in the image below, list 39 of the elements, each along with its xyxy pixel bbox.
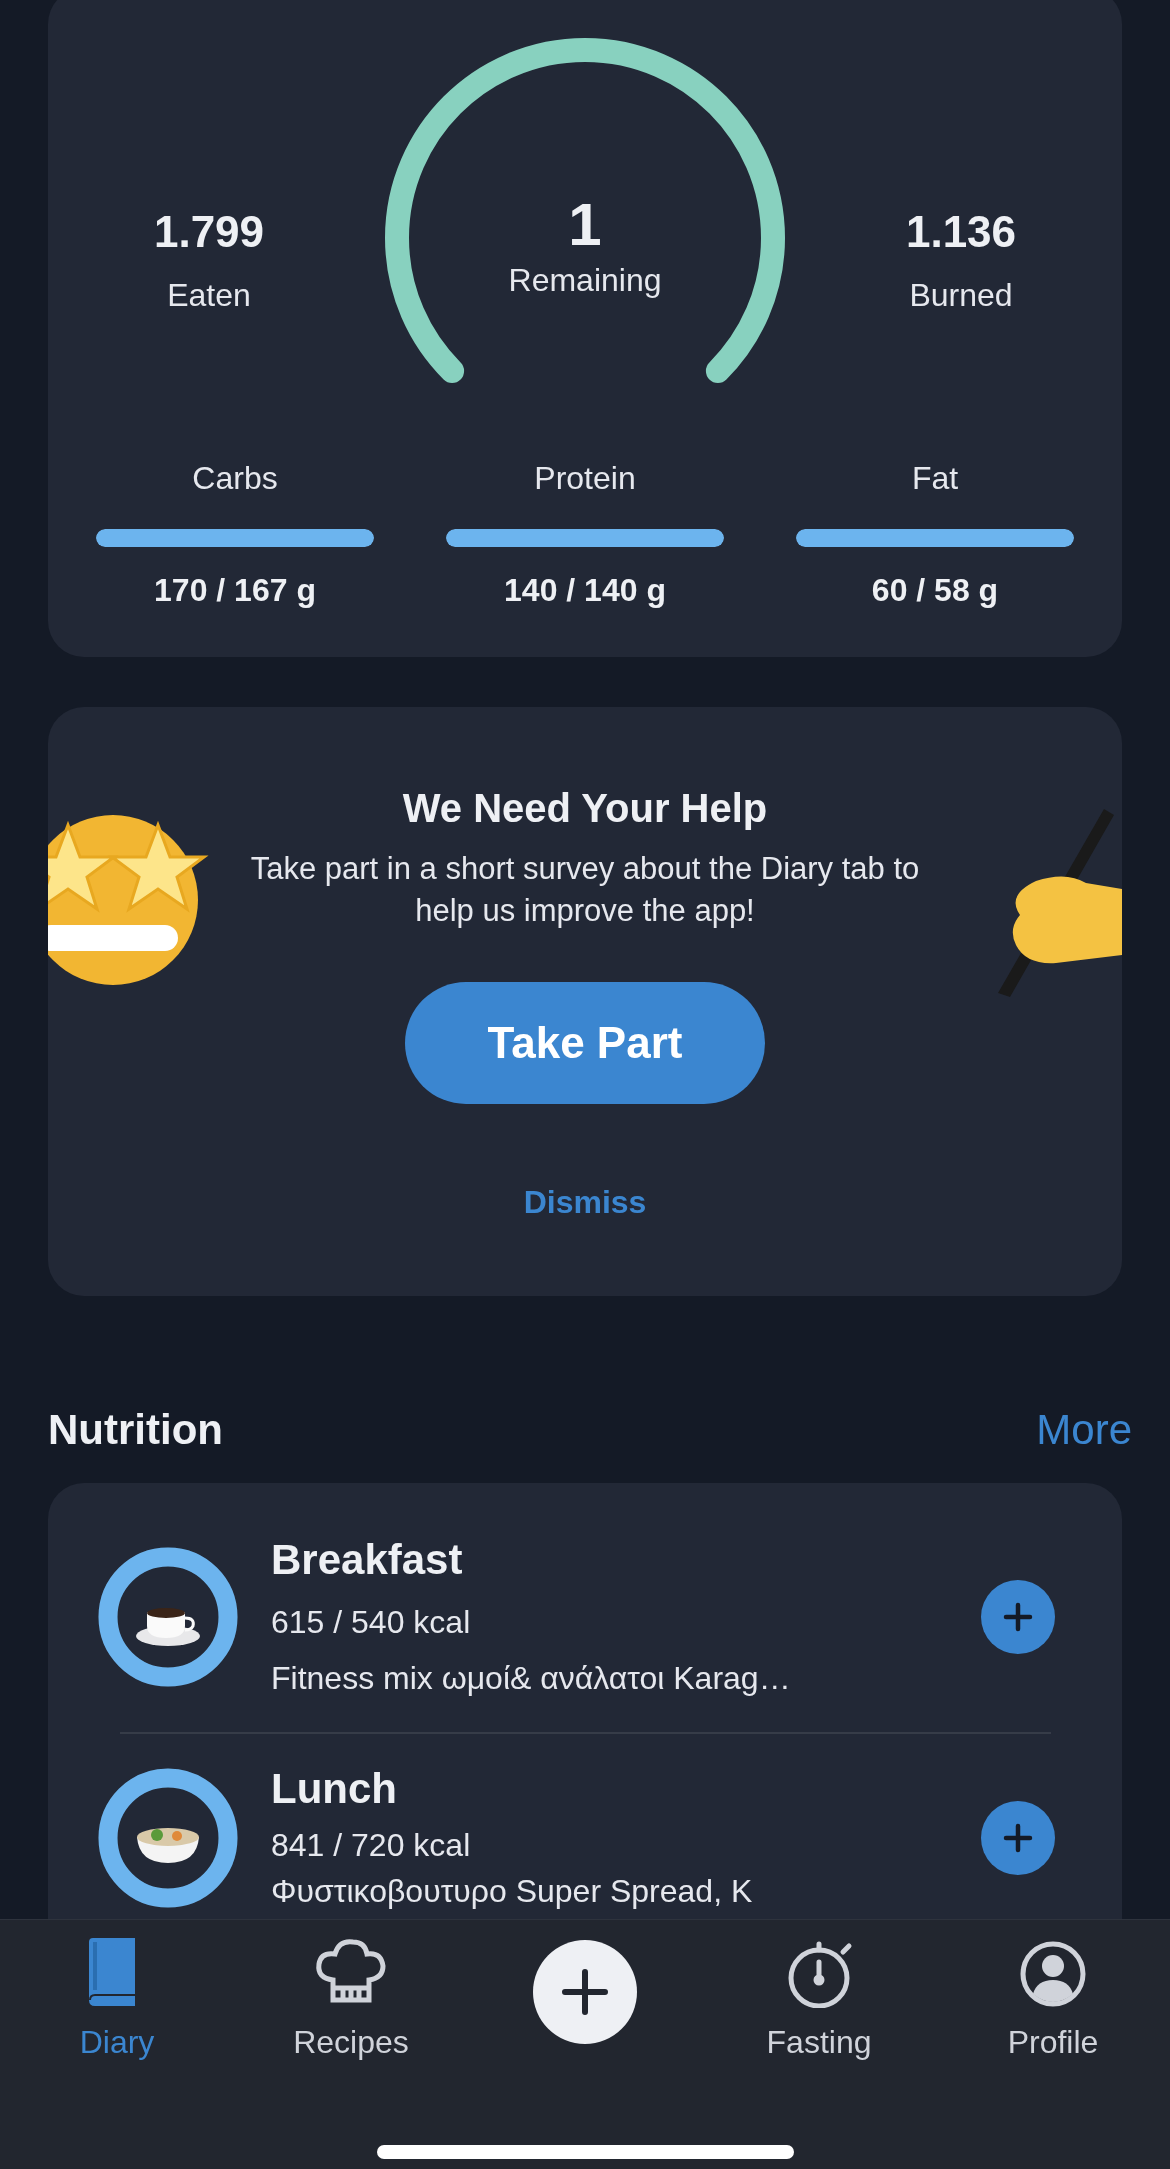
dismiss-link[interactable]: Dismiss bbox=[523, 1182, 647, 1222]
macro-amount: 60 / 58 g bbox=[871, 571, 999, 610]
section-title: Nutrition bbox=[48, 1405, 223, 1455]
eaten-value: 1.799 bbox=[153, 206, 265, 258]
profile-icon bbox=[1020, 1941, 1086, 2007]
macro-amount: 140 / 140 g bbox=[504, 571, 666, 610]
meal-items: Fitness mix ωμοί& ανάλατοι Karag… bbox=[271, 1659, 792, 1698]
macro-amount: 170 / 167 g bbox=[154, 571, 316, 610]
meal-items: Φυστικοβουτυρο Super Spread, K bbox=[271, 1872, 754, 1911]
remaining-value: 1 bbox=[568, 190, 602, 260]
meal-calories: 615 / 540 kcal bbox=[271, 1603, 472, 1642]
stopwatch-icon bbox=[788, 1941, 852, 2008]
survey-title: We Need Your Help bbox=[402, 785, 768, 832]
burned-value: 1.136 bbox=[905, 206, 1017, 258]
take-part-button[interactable]: Take Part bbox=[405, 982, 765, 1104]
star-eyes-emoji-icon bbox=[48, 815, 209, 985]
soup-bowl-icon bbox=[137, 1828, 199, 1863]
tab[interactable]: Profile bbox=[936, 1920, 1170, 2063]
plus-icon bbox=[1003, 1602, 1033, 1632]
meal-name: Lunch bbox=[271, 1764, 398, 1814]
macro-label: Fat bbox=[911, 459, 959, 498]
more-link[interactable]: More bbox=[1036, 1405, 1132, 1455]
writing-hand-icon bbox=[998, 809, 1122, 997]
eaten-label: Eaten bbox=[167, 276, 251, 315]
tab[interactable]: Fasting bbox=[702, 1920, 936, 2063]
tab[interactable]: Recipes bbox=[234, 1920, 468, 2063]
survey-text: Take part in a short survey about the Diary tab to help us improve the app! bbox=[249, 850, 921, 930]
tab[interactable]: Diary bbox=[0, 1920, 234, 2063]
burned-label: Burned bbox=[909, 276, 1013, 315]
book-icon bbox=[89, 1938, 135, 2006]
macro-label: Protein bbox=[534, 459, 636, 498]
chef-hat-icon bbox=[316, 1939, 386, 2003]
plus-icon bbox=[562, 1969, 608, 2015]
macro-label: Carbs bbox=[192, 459, 278, 498]
coffee-cup-icon bbox=[136, 1608, 200, 1646]
meal-name: Breakfast bbox=[271, 1535, 464, 1585]
remaining-label: Remaining bbox=[508, 261, 662, 300]
meal-calories: 841 / 720 kcal bbox=[271, 1826, 472, 1865]
plus-icon bbox=[1003, 1823, 1033, 1853]
